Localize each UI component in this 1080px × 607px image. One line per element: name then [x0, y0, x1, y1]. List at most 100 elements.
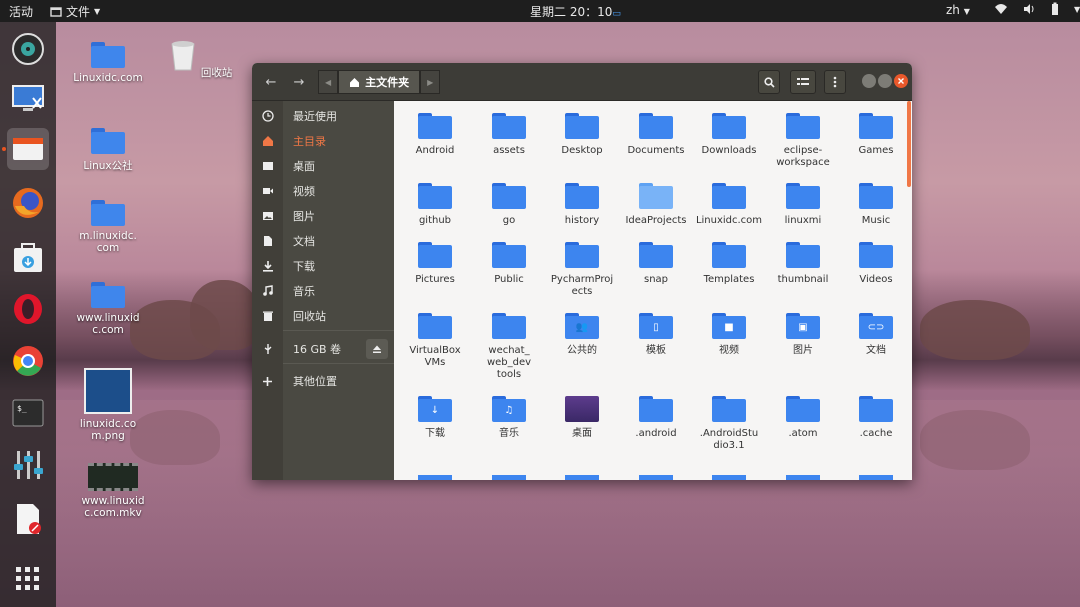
menu-button[interactable]	[824, 70, 846, 94]
desktop-icon-m-linuxidc[interactable]: m.linuxidc.com	[58, 200, 158, 254]
file-item-snap[interactable]: snap	[619, 242, 693, 286]
minimize-button[interactable]	[862, 74, 876, 88]
sidebar-item-documents[interactable]: 文档	[252, 229, 394, 253]
terminal-icon[interactable]: $_	[7, 392, 49, 434]
desktop-icon-label: Linux公社	[83, 160, 133, 172]
file-item-pycharmprojects[interactable]: PycharmProjects	[545, 242, 619, 298]
file-item-music[interactable]: Music	[839, 183, 912, 227]
files-icon[interactable]	[7, 128, 49, 170]
desktop-icon-www-linuxidc[interactable]: www.linuxidc.com	[58, 282, 158, 336]
file-label: Pictures	[415, 274, 455, 285]
settings-tweaks-icon[interactable]	[7, 444, 49, 486]
file-item-pictures[interactable]: Pictures	[398, 242, 472, 286]
maximize-button[interactable]	[878, 74, 892, 88]
path-scroll-right[interactable]: ▶	[420, 70, 441, 94]
system-tray[interactable]: ▼	[994, 2, 1080, 16]
rhythmbox-icon[interactable]	[7, 28, 49, 70]
file-label: Downloads	[701, 145, 757, 156]
file-item-android[interactable]: Android	[398, 113, 472, 157]
desktop-icon-png[interactable]: linuxidc.com.png	[58, 368, 158, 442]
remote-desktop-icon[interactable]	[7, 78, 49, 120]
file-item-assets[interactable]: assets	[472, 113, 546, 157]
file-label: 图片	[793, 345, 813, 356]
sidebar-item-other-locations[interactable]: 其他位置	[252, 369, 394, 393]
file-item-music-cn[interactable]: ♫ 音乐	[472, 396, 546, 440]
sidebar-item-trash[interactable]: 回收站	[252, 304, 394, 328]
file-item-dot-androidstudio[interactable]: .AndroidStudio3.1	[692, 396, 766, 452]
sidebar-item-music[interactable]: 音乐	[252, 279, 394, 303]
chevron-down-icon: ▼	[963, 7, 970, 16]
people-icon: 👥	[575, 321, 589, 333]
file-item-history[interactable]: history	[545, 183, 619, 227]
file-label: github	[418, 215, 452, 226]
music-icon	[262, 285, 273, 296]
sidebar-item-recent[interactable]: 最近使用	[252, 104, 394, 128]
sidebar-item-pictures[interactable]: 图片	[252, 204, 394, 228]
file-item-wechat-web-devtools[interactable]: wechat_web_devtools	[472, 313, 546, 381]
file-item-go[interactable]: go	[472, 183, 546, 227]
file-item-templates-cn[interactable]: ▯ 模板	[619, 313, 693, 357]
file-item-linuxmi[interactable]: linuxmi	[766, 183, 840, 227]
app-menu[interactable]: 文件 ▼	[50, 3, 100, 20]
folder-icon	[712, 242, 746, 268]
file-item-downloads-cn[interactable]: ↓ 下载	[398, 396, 472, 440]
file-item-downloads[interactable]: Downloads	[692, 113, 766, 157]
file-item-documents-cn[interactable]: ⊂⊃ 文档	[839, 313, 912, 357]
clock-label: 星期二 20：10	[530, 5, 613, 19]
top-bar: 活动 文件 ▼ 星期二 20：10▭ zh ▼ ▼	[0, 0, 1080, 22]
sidebar-item-home[interactable]: 主目录	[252, 129, 394, 153]
file-item-eclipse-workspace[interactable]: eclipse-workspace	[766, 113, 840, 169]
sidebar-item-desktop[interactable]: 桌面	[252, 154, 394, 178]
file-item-videos[interactable]: Videos	[839, 242, 912, 286]
file-item-games[interactable]: Games	[839, 113, 912, 157]
path-home-button[interactable]: 主文件夹	[338, 70, 421, 94]
file-label: assets	[493, 145, 525, 156]
file-item-videos-cn[interactable]: ■ 视频	[692, 313, 766, 357]
file-manager-window: ← → ◀ 主文件夹 ▶ 最近使用 主目录 桌面 视频 图片 文档 下载 音乐 …	[252, 63, 912, 480]
file-item-thumbnail[interactable]: thumbnail	[766, 242, 840, 286]
eject-button[interactable]	[366, 339, 388, 359]
sidebar-item-downloads[interactable]: 下载	[252, 254, 394, 278]
document-editor-icon[interactable]	[7, 498, 49, 540]
firefox-icon[interactable]	[7, 182, 49, 224]
plus-icon	[263, 376, 272, 386]
file-item-desktop[interactable]: Desktop	[545, 113, 619, 157]
file-label: Templates	[703, 274, 755, 285]
path-scroll-left[interactable]: ◀	[318, 70, 339, 94]
desktop-icon-linuxidc[interactable]: Linuxidc.com	[58, 42, 158, 84]
show-apps-icon[interactable]	[7, 558, 49, 600]
file-item-dot-atom[interactable]: .atom	[766, 396, 840, 440]
file-item-documents[interactable]: Documents	[619, 113, 693, 157]
opera-icon[interactable]	[7, 288, 49, 330]
back-button[interactable]: ←	[258, 70, 284, 94]
file-item-linuxidc[interactable]: Linuxidc.com	[692, 183, 766, 227]
file-label: eclipse-workspace	[776, 145, 830, 168]
file-item-pictures-cn[interactable]: ▣ 图片	[766, 313, 840, 357]
file-item-github[interactable]: github	[398, 183, 472, 227]
file-item-templates[interactable]: Templates	[692, 242, 766, 286]
input-method-menu[interactable]: zh ▼	[946, 3, 970, 17]
search-button[interactable]	[758, 70, 780, 94]
desktop-icon-trash[interactable]: 回收站	[150, 40, 250, 80]
file-item-virtualbox-vms[interactable]: VirtualBox VMs	[398, 313, 472, 369]
file-label: 文档	[866, 345, 886, 356]
chrome-icon[interactable]	[7, 340, 49, 382]
folder-icon	[418, 113, 452, 139]
file-item-dot-cache[interactable]: .cache	[839, 396, 912, 440]
file-label: 模板	[646, 345, 666, 356]
software-store-icon[interactable]	[7, 236, 49, 278]
file-item-ideaprojects[interactable]: IdeaProjects	[619, 183, 693, 227]
sidebar-item-videos[interactable]: 视频	[252, 179, 394, 203]
desktop-icon-linux-gongshe[interactable]: Linux公社	[58, 128, 158, 173]
file-item-public-cn[interactable]: 👥 公共的	[545, 313, 619, 357]
desktop-icon-mkv[interactable]: www.linuxidc.com.mkv	[63, 463, 163, 519]
view-toggle-button[interactable]	[790, 70, 816, 94]
file-item-public[interactable]: Public	[472, 242, 546, 286]
forward-button[interactable]: →	[286, 70, 312, 94]
file-item-desktop-cn[interactable]: 桌面	[545, 396, 619, 440]
activities-button[interactable]: 活动	[9, 3, 33, 20]
folder-icon: ■	[712, 313, 746, 339]
close-button[interactable]	[894, 74, 908, 88]
clock[interactable]: 星期二 20：10▭	[530, 3, 621, 20]
file-item-dot-android[interactable]: .android	[619, 396, 693, 440]
